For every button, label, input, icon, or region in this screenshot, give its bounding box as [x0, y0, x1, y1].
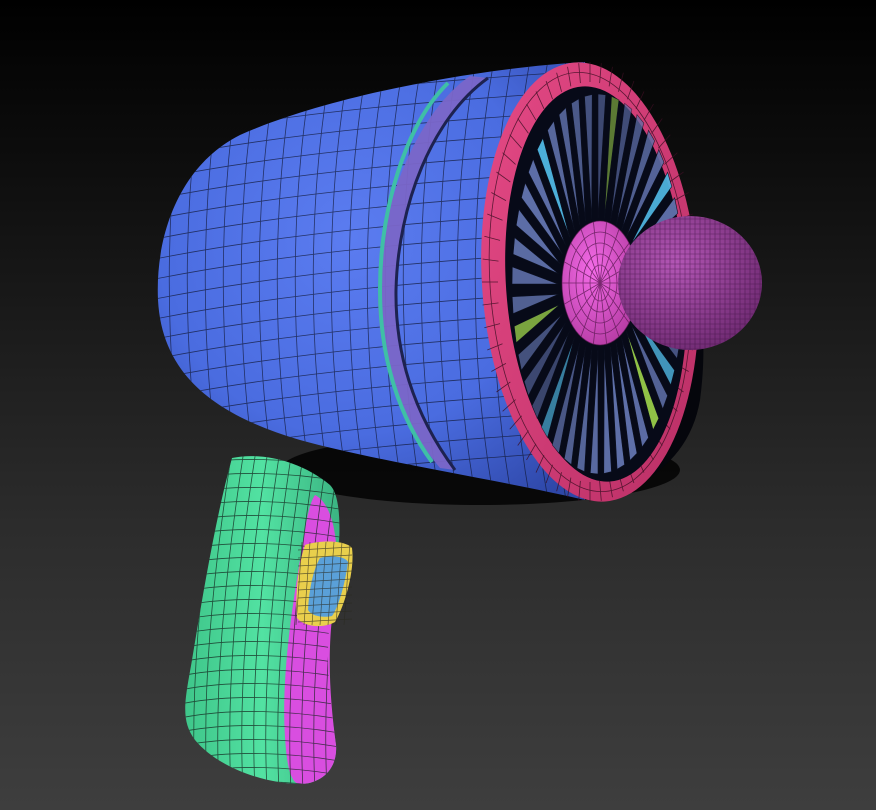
blaster-model [157, 62, 762, 784]
trigger [295, 541, 353, 627]
viewport [0, 0, 876, 810]
